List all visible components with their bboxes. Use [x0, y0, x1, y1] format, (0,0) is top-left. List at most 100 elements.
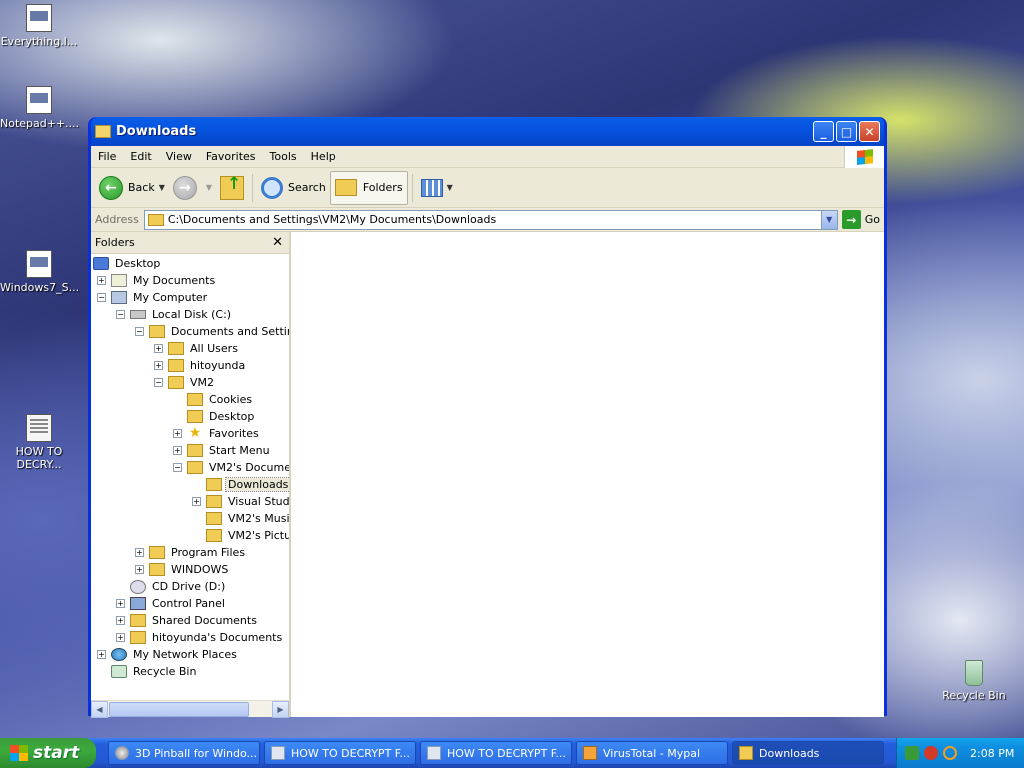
clock[interactable]: 2:08 PM: [970, 747, 1014, 760]
tree-item-vm2-documents[interactable]: − VM2's Documents: [91, 459, 289, 476]
collapse-icon[interactable]: −: [116, 310, 125, 319]
tree-item-windows[interactable]: + WINDOWS: [91, 561, 289, 578]
menu-help[interactable]: Help: [304, 150, 343, 163]
expand-icon[interactable]: +: [192, 497, 201, 506]
tree-item-vm2[interactable]: − VM2: [91, 374, 289, 391]
tree-label: Control Panel: [152, 597, 225, 610]
tree-item-my-network-places[interactable]: + My Network Places: [91, 646, 289, 663]
desktop-icon-how-to-decrypt[interactable]: HOW TO DECRY...: [0, 414, 78, 471]
tree-item-local-disk[interactable]: − Local Disk (C:): [91, 306, 289, 323]
address-value[interactable]: C:\Documents and Settings\VM2\My Documen…: [168, 213, 821, 226]
tree-item-vm2-desktop[interactable]: Desktop: [91, 408, 289, 425]
tree-item-documents-and-settings[interactable]: − Documents and Settings: [91, 323, 289, 340]
close-button[interactable]: ✕: [859, 121, 880, 142]
expand-icon[interactable]: +: [97, 650, 106, 659]
expand-icon[interactable]: +: [116, 616, 125, 625]
taskbar-item-downloads[interactable]: Downloads: [732, 741, 884, 765]
taskbar-item-pinball[interactable]: 3D Pinball for Windo...: [108, 741, 260, 765]
security-shield-icon[interactable]: [924, 746, 938, 760]
horizontal-scrollbar[interactable]: ◀ ▶: [91, 700, 289, 718]
tree-item-hitoyunda[interactable]: + hitoyunda: [91, 357, 289, 374]
scroll-track[interactable]: [108, 701, 272, 718]
search-button[interactable]: Search: [257, 171, 330, 205]
up-folder-button[interactable]: [216, 171, 248, 205]
tree-item-visual-studio[interactable]: + Visual Studio 2: [91, 493, 289, 510]
tree-item-recycle-bin[interactable]: Recycle Bin: [91, 663, 289, 680]
start-button[interactable]: start: [0, 738, 96, 768]
minimize-button[interactable]: _: [813, 121, 834, 142]
folder-icon: [187, 461, 203, 474]
address-label: Address: [95, 213, 139, 226]
tree-item-my-documents[interactable]: + My Documents: [91, 272, 289, 289]
tree-item-hitoyunda-documents[interactable]: + hitoyunda's Documents: [91, 629, 289, 646]
expand-icon[interactable]: +: [97, 276, 106, 285]
chevron-down-icon[interactable]: ▼: [206, 183, 212, 192]
menu-favorites[interactable]: Favorites: [199, 150, 263, 163]
tree-item-shared-documents[interactable]: + Shared Documents: [91, 612, 289, 629]
music-folder-icon: [206, 512, 222, 525]
desktop-icon-everything[interactable]: Everything.l...: [0, 4, 78, 48]
tree-item-vm2-music[interactable]: VM2's Music: [91, 510, 289, 527]
address-bar: Address C:\Documents and Settings\VM2\My…: [91, 208, 884, 232]
taskbar-item-decrypt-1[interactable]: HOW TO DECRYPT F...: [264, 741, 416, 765]
taskbar-item-decrypt-2[interactable]: HOW TO DECRYPT F...: [420, 741, 572, 765]
desktop-icon-notepadpp[interactable]: Notepad++....: [0, 86, 79, 130]
folders-pane-header: Folders ✕: [91, 232, 289, 254]
tree-item-my-computer[interactable]: − My Computer: [91, 289, 289, 306]
expand-icon[interactable]: +: [135, 565, 144, 574]
tree-item-start-menu[interactable]: + Start Menu: [91, 442, 289, 459]
scroll-right-icon[interactable]: ▶: [272, 700, 289, 718]
file-list-pane[interactable]: [291, 232, 884, 717]
tree-item-vm2-pictures[interactable]: VM2's Pictures: [91, 527, 289, 544]
chevron-down-icon[interactable]: ▼: [820, 210, 837, 229]
expand-icon[interactable]: +: [173, 446, 182, 455]
desktop-icon-recycle-bin[interactable]: Recycle Bin: [935, 658, 1013, 702]
menu-file[interactable]: File: [91, 150, 123, 163]
collapse-icon[interactable]: −: [154, 378, 163, 387]
address-input[interactable]: C:\Documents and Settings\VM2\My Documen…: [143, 209, 838, 230]
close-icon[interactable]: ✕: [272, 235, 283, 250]
menu-view[interactable]: View: [159, 150, 199, 163]
expand-icon[interactable]: +: [135, 548, 144, 557]
collapse-icon[interactable]: −: [97, 293, 106, 302]
folder-icon: [130, 631, 146, 644]
tree-item-desktop[interactable]: Desktop: [91, 255, 289, 272]
scroll-thumb[interactable]: [109, 701, 249, 717]
forward-button[interactable]: → ▼: [169, 171, 216, 205]
go-button[interactable]: → Go: [841, 210, 880, 229]
network-tray-icon[interactable]: [905, 746, 919, 760]
folders-button[interactable]: Folders: [329, 170, 408, 205]
collapse-icon[interactable]: −: [135, 327, 144, 336]
tree-item-favorites[interactable]: + ★ Favorites: [91, 425, 289, 442]
tree-item-cd-drive[interactable]: CD Drive (D:): [91, 578, 289, 595]
expand-icon[interactable]: +: [116, 599, 125, 608]
application-icon: [26, 250, 52, 278]
desktop-icon-label: Windows7_S...: [0, 281, 80, 294]
collapse-icon[interactable]: −: [173, 463, 182, 472]
maximize-button[interactable]: □: [836, 121, 857, 142]
tree-item-downloads[interactable]: Downloads: [91, 476, 289, 493]
tree-label: My Network Places: [133, 648, 237, 661]
menu-tools[interactable]: Tools: [263, 150, 304, 163]
expand-icon[interactable]: +: [154, 361, 163, 370]
scroll-left-icon[interactable]: ◀: [91, 700, 108, 718]
content-area: Folders ✕ Desktop + My Documents − My Co…: [91, 232, 884, 718]
expand-icon[interactable]: +: [154, 344, 163, 353]
views-button[interactable]: ▼: [417, 171, 457, 205]
chevron-down-icon[interactable]: ▼: [159, 183, 165, 192]
back-button[interactable]: ← Back ▼: [95, 171, 169, 205]
cd-drive-icon: [130, 579, 146, 594]
tree-item-all-users[interactable]: + All Users: [91, 340, 289, 357]
title-bar[interactable]: Downloads _ □ ✕: [91, 117, 884, 146]
desktop-icon-windows7[interactable]: Windows7_S...: [0, 250, 80, 294]
tree-item-cookies[interactable]: Cookies: [91, 391, 289, 408]
chevron-down-icon[interactable]: ▼: [447, 183, 453, 192]
recycle-bin-icon: [961, 658, 987, 686]
tree-item-control-panel[interactable]: + Control Panel: [91, 595, 289, 612]
expand-icon[interactable]: +: [116, 633, 125, 642]
tree-item-program-files[interactable]: + Program Files: [91, 544, 289, 561]
menu-edit[interactable]: Edit: [123, 150, 158, 163]
search-tray-icon[interactable]: [943, 746, 957, 760]
taskbar-item-virustotal[interactable]: VirusTotal - Mypal: [576, 741, 728, 765]
expand-icon[interactable]: +: [173, 429, 182, 438]
